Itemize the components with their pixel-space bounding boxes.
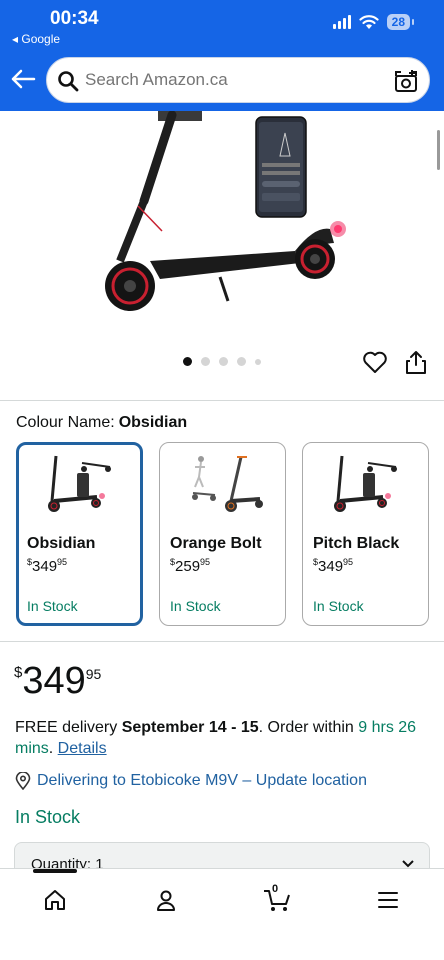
variant-thumbnail: [48, 455, 111, 512]
product-image[interactable]: [0, 111, 444, 351]
gallery-dot[interactable]: [183, 357, 192, 366]
variant-thumbnail: [192, 456, 263, 512]
variant-price: $34995: [313, 557, 354, 575]
colour-name-value: Obsidian: [118, 414, 188, 431]
gallery-pagination[interactable]: [183, 357, 261, 366]
product-price: $ 349 95: [14, 658, 101, 704]
colour-variants: Obsidian $34995 In Stock Orange Bolt $25…: [16, 442, 429, 626]
location-pin-icon: [15, 772, 31, 790]
variant-pitch-black[interactable]: Pitch Black $34995 In Stock: [302, 442, 429, 626]
hamburger-menu-icon: [378, 892, 398, 908]
gallery-dot[interactable]: [255, 358, 261, 365]
price-currency: $: [14, 664, 23, 681]
variant-stock: In Stock: [313, 598, 364, 614]
bottom-navigation: 0: [0, 868, 444, 960]
cellular-signal-icon: [332, 15, 351, 29]
status-indicators: 28: [332, 14, 415, 30]
active-tab-indicator: [33, 869, 77, 873]
app-header: 00:34 ◂ Google 28: [0, 0, 444, 111]
cart-count: 0: [272, 883, 279, 895]
share-icon[interactable]: [404, 349, 428, 375]
back-to-google-link[interactable]: ◂ Google: [12, 32, 60, 46]
nav-cart[interactable]: 0: [252, 883, 302, 917]
wifi-icon: [359, 15, 379, 29]
variant-price: $25995: [170, 557, 211, 575]
search-input[interactable]: [85, 70, 365, 90]
price-whole: 349: [22, 660, 86, 702]
delivery-location-text: Delivering to Etobicoke M9V – Update loc…: [37, 772, 367, 789]
divider: [0, 400, 444, 401]
stock-status: In Stock: [15, 807, 81, 827]
delivery-info: FREE delivery September 14 - 15. Order w…: [15, 719, 417, 757]
divider: [0, 641, 444, 642]
search-bar[interactable]: [46, 57, 430, 103]
nav-menu[interactable]: [363, 883, 413, 917]
delivery-dates: September 14 - 15: [121, 719, 259, 736]
variant-stock: In Stock: [27, 598, 78, 614]
delivery-details-link[interactable]: Details: [58, 740, 107, 757]
variant-price: $34995: [27, 557, 68, 575]
back-arrow-icon[interactable]: [10, 68, 36, 90]
colour-name-label: Colour Name:: [16, 414, 115, 431]
status-time: 00:34: [50, 8, 99, 29]
variant-name: Orange Bolt: [170, 535, 262, 552]
colour-name-row: Colour Name: Obsidian: [16, 414, 187, 432]
heart-icon[interactable]: [362, 350, 388, 374]
price-fraction: 95: [85, 666, 102, 682]
person-icon: [157, 890, 175, 911]
battery-indicator: 28: [386, 14, 415, 30]
variant-obsidian[interactable]: Obsidian $34995 In Stock: [16, 442, 143, 626]
variant-name: Pitch Black: [313, 535, 400, 552]
home-icon: [45, 890, 65, 910]
variant-name: Obsidian: [27, 535, 96, 552]
gallery-dot[interactable]: [237, 357, 246, 366]
variant-stock: In Stock: [170, 598, 221, 614]
nav-account[interactable]: [141, 883, 191, 917]
camera-search-icon[interactable]: [393, 68, 419, 94]
variant-orange-bolt[interactable]: Orange Bolt $25995 In Stock: [159, 442, 286, 626]
delivery-location[interactable]: Delivering to Etobicoke M9V – Update loc…: [15, 772, 367, 790]
search-icon: [58, 71, 79, 92]
scroll-indicator[interactable]: [437, 130, 440, 170]
variant-thumbnail: [334, 455, 397, 512]
nav-home[interactable]: [30, 883, 80, 917]
gallery-dot[interactable]: [201, 357, 210, 366]
gallery-dot[interactable]: [219, 357, 228, 366]
